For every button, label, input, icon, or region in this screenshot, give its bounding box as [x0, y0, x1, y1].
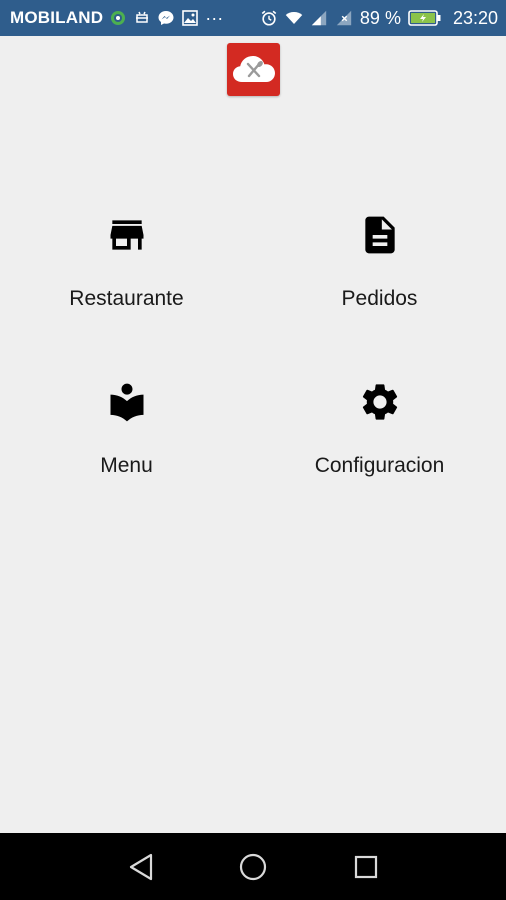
- clock: 23:20: [452, 7, 498, 28]
- menu-item-restaurante[interactable]: Restaurante: [0, 213, 253, 353]
- no-sim-icon: [335, 9, 353, 27]
- android-debug-icon: [133, 9, 151, 27]
- status-bar: MOBILAND ··· 89 % 23:20: [0, 0, 506, 36]
- wifi-icon: [285, 9, 303, 27]
- alarm-icon: [260, 9, 278, 27]
- battery-charging-icon: [408, 9, 442, 27]
- carrier-name: MOBILAND: [10, 8, 104, 27]
- store-icon: [105, 213, 149, 257]
- menu-item-menu[interactable]: Menu: [0, 380, 253, 520]
- more-dots-icon: ···: [205, 7, 224, 28]
- home-icon[interactable]: [237, 851, 269, 883]
- navigation-bar: [0, 833, 506, 900]
- battery-percent: 89 %: [359, 7, 401, 28]
- cloud-cutlery-icon: [227, 43, 280, 96]
- status-left: MOBILAND ···: [10, 8, 223, 28]
- menu-item-label: Pedidos: [341, 287, 418, 310]
- recents-icon[interactable]: [350, 851, 382, 883]
- app-screen: MOBILAND ··· 89 % 23:20 Restaurante Pedi…: [0, 0, 506, 900]
- status-right: 89 % 23:20: [260, 8, 498, 29]
- reading-book-icon: [105, 380, 149, 424]
- image-icon: [181, 9, 199, 27]
- document-icon: [358, 213, 402, 257]
- menu-item-label: Restaurante: [69, 287, 184, 310]
- messenger-icon: [157, 9, 175, 27]
- globe-badge-icon: [109, 9, 127, 27]
- menu-item-label: Menu: [100, 454, 153, 477]
- menu-item-pedidos[interactable]: Pedidos: [253, 213, 506, 353]
- signal-icon: [310, 9, 328, 27]
- gear-icon: [358, 380, 402, 424]
- back-icon[interactable]: [125, 851, 157, 883]
- menu-item-label: Configuracion: [314, 454, 445, 477]
- menu-item-configuracion[interactable]: Configuracion: [253, 380, 506, 520]
